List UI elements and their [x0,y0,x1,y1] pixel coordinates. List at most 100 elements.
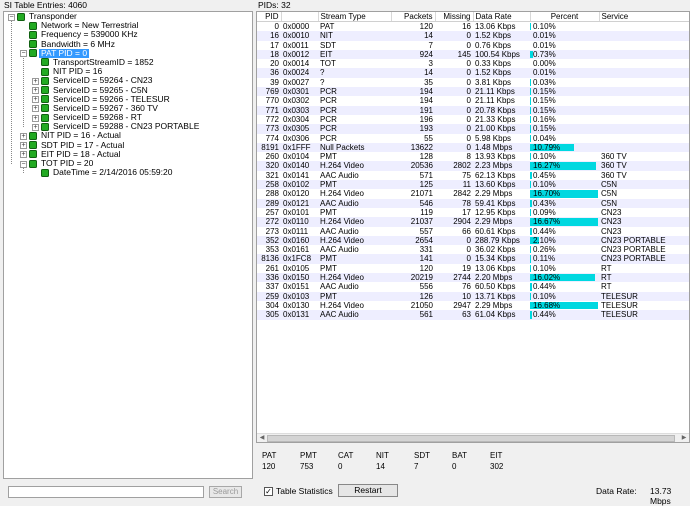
cell-hex: 0x0101 [281,208,318,217]
tree-guide-line [23,58,24,127]
collapse-icon[interactable]: − [20,161,27,168]
si-tree: −TransponderNetwork = New TerrestrialFre… [4,12,252,177]
expand-icon[interactable]: + [32,124,39,131]
table-row[interactable]: 2600x0104PMT128813.93 Kbps0.10%360 TV [257,152,690,161]
table-row[interactable]: 7740x0306PCR5505.98 Kbps0.04% [257,134,690,143]
col-header-missing[interactable]: Missing [435,12,473,22]
scrollbar-thumb[interactable] [267,435,675,442]
table-row[interactable]: 3360x0150H.264 Video2021927442.20 Mbps16… [257,273,690,282]
tree-node[interactable]: DateTime = 2/14/2016 05:59:20 [4,168,252,177]
cell-hex: 0x0105 [281,264,318,273]
expand-icon[interactable]: + [20,151,27,158]
col-header-hex[interactable] [281,12,318,22]
cell-hex: 0x0161 [281,245,318,254]
cell-type: PCR [318,106,391,115]
expand-icon[interactable]: + [32,87,39,94]
collapse-icon[interactable]: − [20,50,27,57]
tree-node-label[interactable]: DateTime = 2/14/2016 05:59:20 [51,168,174,177]
table-row[interactable]: 7720x0304PCR196021.33 Kbps0.16% [257,115,690,124]
table-row[interactable]: 390x0027?3503.81 Kbps0.03% [257,78,690,87]
table-row[interactable]: 170x0011SDT700.76 Kbps0.01% [257,41,690,50]
table-row[interactable]: 160x0010NIT1401.52 Kbps0.01% [257,31,690,40]
cell-packets: 7 [391,41,435,50]
col-header-pid[interactable]: PID [257,12,281,22]
table-row[interactable]: 3370x0151AAC Audio5567660.50 Kbps0.44%RT [257,282,690,291]
cell-rate: 21.00 Kbps [473,124,530,133]
table-row[interactable]: 180x0012EIT924145100.54 Kbps0.73% [257,50,690,59]
restart-button[interactable]: Restart [338,484,398,497]
cell-rate: 60.50 Kbps [473,282,530,291]
cell-type: PAT [318,22,391,32]
table-row[interactable]: 7730x0305PCR193021.00 Kbps0.15% [257,124,690,133]
cell-missing: 17 [435,208,473,217]
table-row[interactable]: 2730x0111AAC Audio5576660.61 Kbps0.44%CN… [257,227,690,236]
col-header-percent[interactable]: Percent [530,12,599,22]
table-row[interactable]: 3530x0161AAC Audio331036.02 Kbps0.26%CN2… [257,245,690,254]
table-row[interactable]: 7690x0301PCR194021.11 Kbps0.15% [257,87,690,96]
cell-service: CN23 [599,217,690,226]
percent-text: 16.27% [530,161,560,170]
table-row[interactable]: 2570x0101PMT1191712.95 Kbps0.09%CN23 [257,208,690,217]
tree-node[interactable]: TransportStreamID = 1852 [4,58,252,67]
table-row[interactable]: 2580x0102PMT1251113.60 Kbps0.10%C5N [257,180,690,189]
table-row[interactable]: 00x0000PAT1201613.06 Kbps0.10% [257,22,690,32]
table-row[interactable]: 7710x0303PCR191020.78 Kbps0.15% [257,106,690,115]
table-row[interactable]: 200x0014TOT300.33 Kbps0.00% [257,59,690,68]
table-row[interactable]: 360x0024?1401.52 Kbps0.01% [257,68,690,77]
expand-icon[interactable]: + [32,96,39,103]
table-row[interactable]: 3200x0140H.264 Video2053628022.23 Mbps16… [257,161,690,170]
cell-packets: 191 [391,106,435,115]
cell-rate: 59.41 Kbps [473,199,530,208]
table-row[interactable]: 2880x0120H.264 Video2107128422.29 Mbps16… [257,189,690,198]
horizontal-scrollbar[interactable]: ◀ ▶ [257,433,689,442]
cell-service: C5N [599,180,690,189]
cell-percent: 0.15% [530,96,599,105]
col-header-service[interactable]: Service [599,12,690,22]
table-row[interactable]: 2590x0103PMT1261013.71 Kbps0.10%TELESUR [257,292,690,301]
table-row[interactable]: 7700x0302PCR194021.11 Kbps0.15% [257,96,690,105]
expand-icon[interactable]: + [32,78,39,85]
cell-percent: 0.26% [530,245,599,254]
expand-icon[interactable]: + [32,115,39,122]
table-statistics-checkbox[interactable]: ✓ [264,487,273,496]
cell-rate: 2.29 Mbps [473,189,530,198]
cell-hex: 0x0111 [281,227,318,236]
cell-hex: 0x0012 [281,50,318,59]
cell-packets: 119 [391,208,435,217]
table-row[interactable]: 81360x1FC8PMT141015.34 Kbps0.11%CN23 POR… [257,254,690,263]
tree-node-icon [41,114,49,122]
expand-icon[interactable]: + [20,142,27,149]
cell-hex: 0x0103 [281,292,318,301]
percent-text: 0.45% [530,171,556,180]
si-tree-panel[interactable]: −TransponderNetwork = New TerrestrialFre… [3,11,253,479]
cell-rate: 62.13 Kbps [473,171,530,180]
table-statistics-label[interactable]: Table Statistics [276,487,333,496]
cell-missing: 2842 [435,189,473,198]
table-row[interactable]: 3040x0130H.264 Video2105029472.29 Mbps16… [257,301,690,310]
cell-pid: 18 [257,50,281,59]
scroll-right-arrow-icon[interactable]: ▶ [680,435,688,442]
col-header-data-rate[interactable]: Data Rate [473,12,530,22]
table-row[interactable]: 2720x0110H.264 Video2103729042.29 Mbps16… [257,217,690,226]
cell-percent: 0.44% [530,227,599,236]
col-header-packets[interactable]: Packets [391,12,435,22]
scroll-left-arrow-icon[interactable]: ◀ [258,435,266,442]
cell-service [599,96,690,105]
col-header-stream-type[interactable]: Stream Type [318,12,391,22]
cell-hex: 0x0140 [281,161,318,170]
pid-grid[interactable]: PID Stream Type Packets Missing Data Rat… [256,11,690,443]
collapse-icon[interactable]: − [8,14,15,21]
expand-icon[interactable]: + [32,105,39,112]
table-row[interactable]: 2610x0105PMT1201913.06 Kbps0.10%RT [257,264,690,273]
table-row[interactable]: 2890x0121AAC Audio5467859.41 Kbps0.43%C5… [257,199,690,208]
cell-type: H.264 Video [318,273,391,282]
table-row[interactable]: 3210x0141AAC Audio5717562.13 Kbps0.45%36… [257,171,690,180]
table-row[interactable]: 3520x0160H.264 Video26540288.79 Kbps2.10… [257,236,690,245]
expand-icon[interactable]: + [20,133,27,140]
table-row[interactable]: 81910x1FFFNull Packets1362201.48 Mbps10.… [257,143,690,152]
cell-missing: 75 [435,171,473,180]
search-input[interactable] [8,486,204,498]
table-row[interactable]: 3050x0131AAC Audio5616361.04 Kbps0.44%TE… [257,310,690,319]
tree-node-icon [17,13,25,21]
search-button[interactable]: Search [209,486,242,498]
